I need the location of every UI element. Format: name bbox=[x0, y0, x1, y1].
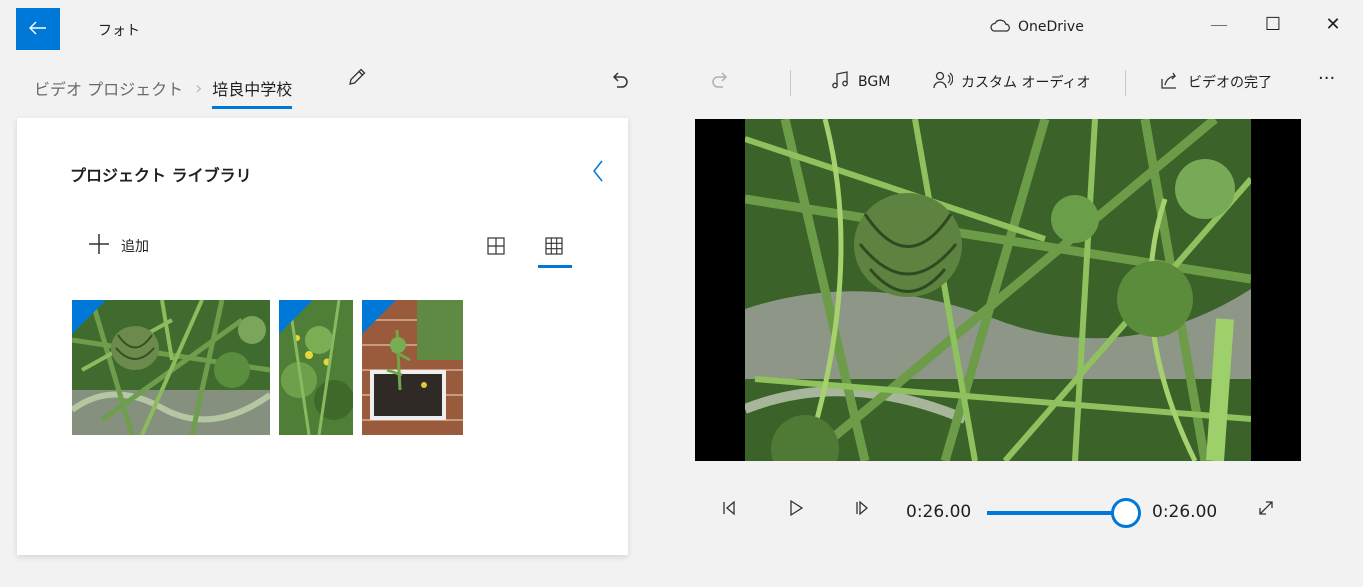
library-item-flowers[interactable] bbox=[279, 300, 353, 435]
add-media-button[interactable]: 追加 bbox=[87, 232, 149, 260]
video-preview[interactable] bbox=[695, 119, 1301, 461]
next-frame-button[interactable] bbox=[853, 498, 871, 522]
arrow-left-icon bbox=[29, 19, 47, 40]
chevron-left-icon bbox=[590, 160, 606, 188]
progress-slider-thumb[interactable] bbox=[1111, 498, 1141, 528]
plus-icon bbox=[87, 232, 111, 260]
add-label: 追加 bbox=[121, 239, 149, 255]
active-view-indicator bbox=[538, 265, 572, 268]
progress-track[interactable] bbox=[987, 511, 1125, 515]
toolbar-divider bbox=[1125, 70, 1126, 96]
play-icon bbox=[787, 499, 805, 522]
expand-icon bbox=[1256, 501, 1276, 522]
step-back-icon bbox=[719, 500, 737, 522]
onedrive-button[interactable]: OneDrive bbox=[989, 18, 1084, 36]
step-forward-icon bbox=[853, 500, 871, 522]
total-time: 0:26.00 bbox=[1152, 502, 1218, 522]
pencil-icon bbox=[346, 68, 368, 92]
play-button[interactable] bbox=[787, 498, 805, 522]
undo-button[interactable] bbox=[610, 70, 632, 96]
back-button[interactable] bbox=[16, 8, 60, 50]
breadcrumb-root[interactable]: ビデオ プロジェクト bbox=[34, 76, 183, 100]
selection-corner-marker bbox=[72, 300, 106, 334]
cloud-icon bbox=[989, 18, 1011, 36]
project-library-panel: プロジェクト ライブラリ 追加 bbox=[17, 118, 628, 555]
library-item-watermelon[interactable] bbox=[72, 300, 270, 435]
bgm-button[interactable]: BGM bbox=[830, 70, 890, 94]
command-bar: ビデオ プロジェクト › 培良中学校 BGM カスタム オーディオ ビデオの完了… bbox=[0, 60, 1363, 109]
selection-corner-marker bbox=[279, 300, 313, 334]
selection-corner-marker bbox=[362, 300, 396, 334]
close-button[interactable]: ✕ bbox=[1318, 14, 1348, 35]
redo-icon bbox=[708, 70, 730, 96]
breadcrumb-current: 培良中学校 bbox=[212, 76, 293, 109]
current-time: 0:26.00 bbox=[906, 502, 972, 522]
watermelon-video-frame bbox=[745, 119, 1251, 461]
toolbar-divider bbox=[790, 70, 791, 96]
library-item-planter[interactable] bbox=[362, 300, 463, 435]
collapse-library-button[interactable] bbox=[590, 158, 606, 188]
bgm-label: BGM bbox=[858, 74, 891, 90]
grid-small-icon bbox=[544, 237, 564, 260]
fullscreen-button[interactable] bbox=[1256, 498, 1276, 522]
custom-audio-button[interactable]: カスタム オーディオ bbox=[933, 70, 1090, 94]
custom-audio-label: カスタム オーディオ bbox=[961, 75, 1091, 91]
more-options-button[interactable]: ··· bbox=[1318, 68, 1335, 89]
minimize-button[interactable]: — bbox=[1204, 14, 1234, 35]
chevron-right-icon: › bbox=[195, 77, 203, 99]
onedrive-label: OneDrive bbox=[1018, 19, 1084, 35]
person-audio-icon bbox=[933, 70, 954, 94]
undo-icon bbox=[610, 70, 632, 96]
library-title: プロジェクト ライブラリ bbox=[70, 166, 252, 185]
maximize-button[interactable]: ☐ bbox=[1258, 14, 1288, 35]
music-note-icon bbox=[830, 70, 850, 94]
grid-large-icon bbox=[486, 237, 506, 260]
playback-controls: 0:26.00 0:26.00 bbox=[695, 490, 1301, 536]
rename-button[interactable] bbox=[346, 66, 368, 92]
large-grid-view-button[interactable] bbox=[486, 236, 506, 260]
app-title: フォト bbox=[98, 23, 140, 39]
small-grid-view-button[interactable] bbox=[544, 236, 564, 260]
title-bar: フォト OneDrive — ☐ ✕ bbox=[0, 0, 1363, 60]
finish-video-label: ビデオの完了 bbox=[1188, 75, 1272, 91]
breadcrumb: ビデオ プロジェクト › 培良中学校 bbox=[34, 67, 293, 109]
share-export-icon bbox=[1160, 70, 1180, 94]
redo-button[interactable] bbox=[708, 70, 730, 96]
previous-frame-button[interactable] bbox=[719, 498, 737, 522]
finish-video-button[interactable]: ビデオの完了 bbox=[1160, 70, 1272, 94]
video-frame bbox=[745, 119, 1251, 461]
